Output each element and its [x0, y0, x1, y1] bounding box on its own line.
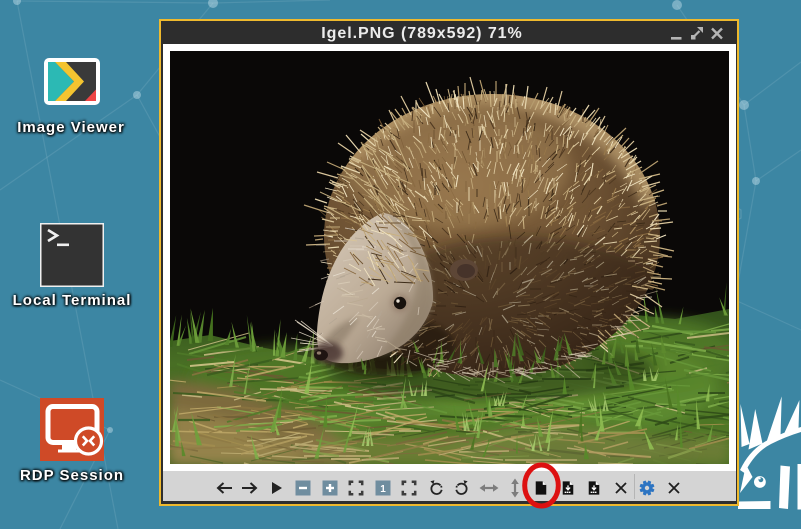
svg-text:1: 1 — [380, 483, 386, 494]
